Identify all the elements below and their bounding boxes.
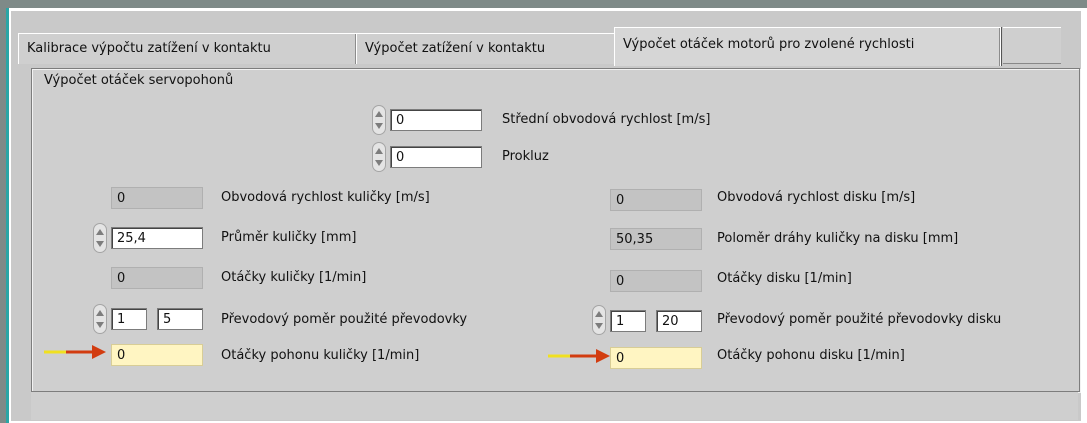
decrement-arrow-icon[interactable] [595,323,603,329]
ball-rpm-indicator: 0 [111,267,203,289]
wire-arrow-icon [548,349,610,363]
decrement-arrow-icon[interactable] [96,241,104,247]
ball-rpm-label: Otáčky kuličky [1/min] [221,270,367,285]
increment-arrow-icon[interactable] [96,310,104,316]
ball-gear-ratio-input-b[interactable]: 5 [157,308,203,330]
tab-label: Výpočet otáček motorů pro zvolené rychlo… [623,37,915,52]
ball-gear-ratio-label: Převodový poměr použité převodovky [221,312,468,327]
disk-gear-ratio-label: Převodový poměr použité převodovky disku [717,312,1002,327]
disk-rpm-indicator: 0 [610,270,702,292]
window-frame-accent [6,8,9,423]
wire-arrow-icon [44,345,106,359]
slip-stepper[interactable] [372,142,386,172]
tab-label: Kalibrace výpočtu zatížení v kontaktu [27,41,271,56]
panel-bottom [31,392,1078,420]
disk-drive-rpm-label: Otáčky pohonu disku [1/min] [717,348,905,363]
increment-arrow-icon[interactable] [375,111,383,117]
ball-drive-rpm-label: Otáčky pohonu kuličky [1/min] [221,348,420,363]
disk-drive-rpm-indicator: 0 [610,347,702,369]
ball-surface-speed-indicator: 0 [111,187,203,209]
disk-gear-ratio-stepper[interactable] [592,305,606,335]
disk-surface-speed-indicator: 0 [610,189,702,211]
disk-surface-speed-label: Obvodová rychlost disku [m/s] [717,190,916,205]
ball-drive-rpm-indicator: 0 [111,344,203,366]
decrement-arrow-icon[interactable] [375,123,383,129]
ball-gear-ratio-stepper[interactable] [93,304,107,334]
mean-speed-input[interactable]: 0 [390,109,482,131]
ball-diameter-label: Průměr kuličky [mm] [221,230,357,245]
tab-calibration[interactable]: Kalibrace výpočtu zatížení v kontaktu [18,33,357,64]
ball-surface-speed-label: Obvodová rychlost kuličky [m/s] [221,190,430,205]
window-frame-top [0,0,1087,8]
window-frame-right [1081,8,1087,423]
disk-gear-ratio-input-a[interactable]: 1 [610,310,646,332]
decrement-arrow-icon[interactable] [375,160,383,166]
increment-arrow-icon[interactable] [375,148,383,154]
ball-diameter-input[interactable]: 25,4 [111,227,203,249]
disk-gear-ratio-input-b[interactable]: 20 [656,310,702,332]
mean-speed-label: Střední obvodová rychlost [m/s] [502,112,711,127]
ball-gear-ratio-input-a[interactable]: 1 [111,308,147,330]
slip-label: Prokluz [502,149,549,164]
ball-diameter-stepper[interactable] [93,223,107,253]
group-title: Výpočet otáček servopohonů [44,73,234,88]
disk-rpm-label: Otáčky disku [1/min] [717,271,852,286]
disk-track-radius-label: Poloměr dráhy kuličky na disku [mm] [717,231,959,246]
increment-arrow-icon[interactable] [96,229,104,235]
disk-track-radius-indicator: 50,35 [610,228,702,250]
increment-arrow-icon[interactable] [595,311,603,317]
tab-contact-load[interactable]: Výpočet zatížení v kontaktu [356,33,622,64]
tab-label: Výpočet zatížení v kontaktu [365,41,546,56]
tab-motor-speeds[interactable]: Výpočet otáček motorů pro zvolené rychlo… [614,27,1001,66]
decrement-arrow-icon[interactable] [96,322,104,328]
mean-speed-stepper[interactable] [372,105,386,135]
tab-strip-filler [1003,27,1061,64]
slip-input[interactable]: 0 [390,146,482,168]
